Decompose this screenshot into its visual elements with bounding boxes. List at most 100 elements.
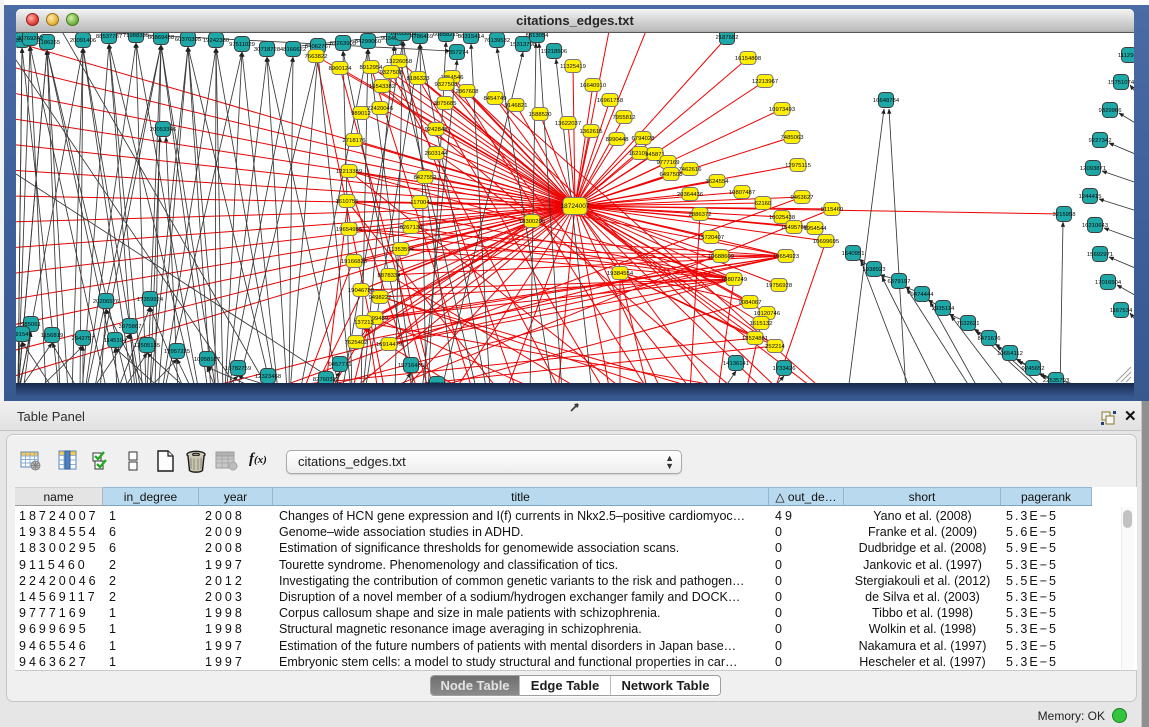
svg-text:13226058: 13226058 <box>386 59 413 65</box>
svg-text:1362615: 1362615 <box>580 129 604 135</box>
svg-text:16640910: 16640910 <box>580 83 607 89</box>
svg-text:2942757: 2942757 <box>72 336 95 342</box>
svg-text:9327503: 9327503 <box>435 82 459 88</box>
svg-text:8454749: 8454749 <box>484 96 507 102</box>
svg-text:3624554: 3624554 <box>706 179 730 185</box>
svg-text:1640951: 1640951 <box>842 251 865 257</box>
svg-text:3215958: 3215958 <box>1053 212 1077 218</box>
svg-text:7625402: 7625402 <box>345 340 368 346</box>
svg-text:18724007: 18724007 <box>561 203 590 210</box>
svg-text:6794028: 6794028 <box>632 136 656 142</box>
svg-text:10688609: 10688609 <box>708 254 734 260</box>
svg-text:7632621: 7632621 <box>957 321 980 327</box>
svg-text:9474444: 9474444 <box>911 292 935 298</box>
svg-text:7357274: 7357274 <box>446 50 470 56</box>
svg-text:9329966: 9329966 <box>1099 108 1123 114</box>
svg-text:1610755: 1610755 <box>336 199 360 205</box>
svg-text:13524861: 13524861 <box>742 336 768 342</box>
svg-text:14136141: 14136141 <box>723 361 749 367</box>
svg-text:88537787: 88537787 <box>96 34 122 40</box>
svg-text:8267130: 8267130 <box>400 225 424 231</box>
svg-text:2886372: 2886372 <box>689 212 712 218</box>
svg-text:11325419: 11325419 <box>560 64 586 70</box>
svg-text:9084067: 9084067 <box>739 300 762 306</box>
svg-text:1112934: 1112934 <box>1118 53 1134 59</box>
svg-text:137213: 137213 <box>354 320 374 326</box>
svg-text:9245652: 9245652 <box>1022 366 1045 372</box>
svg-text:19654985: 19654985 <box>336 227 363 233</box>
svg-text:19046788: 19046788 <box>348 288 375 294</box>
svg-text:15720407: 15720407 <box>698 235 724 241</box>
svg-text:66858215: 66858215 <box>433 33 460 38</box>
svg-text:48166622: 48166622 <box>280 47 306 53</box>
svg-text:1954544: 1954544 <box>804 226 828 232</box>
svg-text:22420046: 22420046 <box>367 106 394 112</box>
svg-text:1244415: 1244415 <box>1079 194 1103 200</box>
svg-text:10973493: 10973493 <box>769 107 796 113</box>
svg-text:10807487: 10807487 <box>729 190 755 196</box>
svg-text:8878334: 8878334 <box>378 273 402 279</box>
svg-text:19384554: 19384554 <box>607 271 634 277</box>
svg-text:11353594: 11353594 <box>388 247 414 253</box>
svg-text:9457771: 9457771 <box>329 362 352 368</box>
svg-text:17957225: 17957225 <box>164 349 191 355</box>
svg-text:8186323: 8186323 <box>407 76 431 82</box>
svg-text:84299060: 84299060 <box>355 39 382 45</box>
svg-text:71988335: 71988335 <box>123 33 150 39</box>
svg-text:1167534: 1167534 <box>1110 308 1133 314</box>
svg-text:8960124: 8960124 <box>329 66 353 72</box>
svg-text:12505135: 12505135 <box>134 343 161 349</box>
svg-text:117004: 117004 <box>410 200 430 206</box>
svg-text:9115460: 9115460 <box>821 207 844 213</box>
svg-text:7955812: 7955812 <box>613 115 636 121</box>
svg-text:9463627: 9463627 <box>791 195 814 201</box>
svg-text:16033809: 16033809 <box>390 33 416 37</box>
svg-text:62160: 62160 <box>755 201 772 207</box>
svg-text:60370395: 60370395 <box>175 37 202 43</box>
svg-text:1145194: 1145194 <box>104 338 127 344</box>
svg-text:15751074: 15751074 <box>1108 80 1134 86</box>
svg-text:19756928: 19756928 <box>766 283 793 289</box>
svg-text:5938923: 5938923 <box>863 267 887 273</box>
svg-text:16154808: 16154808 <box>735 56 762 62</box>
svg-text:19218506: 19218506 <box>541 49 568 55</box>
svg-text:391549: 391549 <box>16 332 32 338</box>
svg-text:16914479: 16914479 <box>376 342 402 348</box>
svg-text:19242380: 19242380 <box>203 38 230 44</box>
svg-text:12213389: 12213389 <box>336 169 362 175</box>
svg-text:8813054: 8813054 <box>526 33 550 39</box>
svg-text:7663822: 7663822 <box>305 54 328 60</box>
svg-text:7485063: 7485063 <box>781 135 805 141</box>
svg-text:1615132: 1615132 <box>750 321 773 327</box>
svg-text:76139532: 76139532 <box>484 38 510 44</box>
svg-text:18300295: 18300295 <box>519 219 546 225</box>
svg-text:16782759: 16782759 <box>225 366 251 372</box>
svg-text:9227342: 9227342 <box>1089 138 1112 144</box>
svg-text:9498222: 9498222 <box>369 295 392 301</box>
svg-text:2718176: 2718176 <box>343 138 367 144</box>
svg-text:12213967: 12213967 <box>752 79 778 85</box>
svg-text:62263905: 62263905 <box>330 41 357 47</box>
svg-text:16210643: 16210643 <box>1082 223 1109 229</box>
svg-text:17359924: 17359924 <box>137 297 164 303</box>
svg-text:30718728: 30718728 <box>254 47 281 53</box>
svg-text:1733426: 1733426 <box>773 366 797 372</box>
svg-text:9777169: 9777169 <box>657 160 680 166</box>
svg-text:2603144: 2603144 <box>425 151 449 157</box>
svg-text:20769242: 20769242 <box>17 36 43 42</box>
svg-text:12093871: 12093871 <box>1080 166 1106 172</box>
svg-text:9327508: 9327508 <box>380 70 404 76</box>
svg-text:8990448: 8990448 <box>606 137 630 143</box>
svg-text:10654112: 10654112 <box>997 351 1023 357</box>
svg-text:16648784: 16648784 <box>873 98 900 104</box>
svg-text:1588520: 1588520 <box>529 112 553 118</box>
svg-text:20053346: 20053346 <box>150 127 177 133</box>
svg-text:3975867: 3975867 <box>119 324 142 330</box>
svg-text:18807249: 18807249 <box>721 277 747 283</box>
svg-text:20364436: 20364436 <box>677 192 704 198</box>
svg-text:10958107: 10958107 <box>194 357 220 363</box>
svg-text:10699695: 10699695 <box>813 239 840 245</box>
svg-text:13622037: 13622037 <box>555 121 581 127</box>
svg-text:19166825: 19166825 <box>341 259 368 265</box>
svg-text:12975115: 12975115 <box>785 163 811 169</box>
